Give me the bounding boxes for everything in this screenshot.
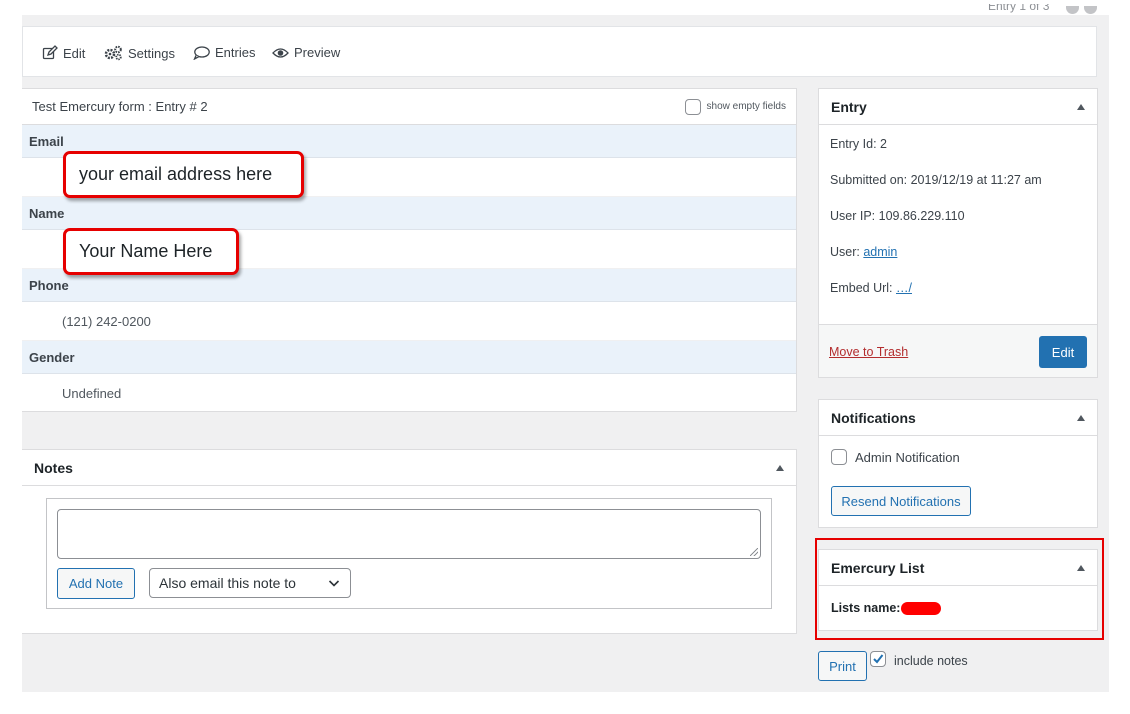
speech-bubble-icon (193, 45, 210, 60)
field-value-gender: Undefined (22, 374, 796, 413)
email-callout: your email address here (63, 151, 304, 198)
resend-notifications-button[interactable]: Resend Notifications (831, 486, 971, 516)
embed-url-row: Embed Url: …/ (830, 281, 912, 295)
submitted-on: Submitted on: 2019/12/19 at 11:27 am (830, 173, 1042, 187)
preview-link[interactable]: Preview (272, 45, 340, 60)
next-entry-icon[interactable] (1084, 6, 1097, 14)
include-notes-label: include notes (894, 654, 968, 668)
field-label-name: Name (22, 197, 796, 230)
add-note-button[interactable]: Add Note (57, 568, 135, 599)
notifications-box: Notifications Admin Notification Resend … (818, 399, 1098, 528)
email-note-select-value: Also email this note to (159, 575, 296, 591)
show-empty-fields-checkbox[interactable] (684, 98, 701, 115)
entries-link[interactable]: Entries (193, 45, 255, 60)
chevron-down-icon (328, 580, 340, 587)
user-link[interactable]: admin (863, 245, 897, 259)
notifications-header[interactable]: Notifications (819, 400, 1097, 436)
gears-icon (104, 45, 122, 61)
edit-label: Edit (63, 45, 86, 61)
user-ip: User IP: 109.86.229.110 (830, 209, 965, 223)
user-label: User: (830, 245, 864, 259)
name-callout: Your Name Here (63, 228, 239, 275)
entry-id: Entry Id: 2 (830, 137, 887, 151)
embed-url-link[interactable]: …/ (896, 281, 912, 295)
settings-link[interactable]: Settings (104, 45, 175, 61)
entry-details-header: Test Emercury form : Entry # 2 show empt… (22, 89, 796, 125)
include-notes-checkbox[interactable] (870, 651, 886, 667)
edit-entry-button[interactable]: Edit (1039, 336, 1087, 368)
entry-box-actions: Move to Trash Edit (819, 324, 1097, 377)
entry-box: Entry Entry Id: 2 Submitted on: 2019/12/… (818, 88, 1098, 378)
previous-entry-icon[interactable] (1066, 6, 1079, 14)
embed-url-label: Embed Url: (830, 281, 896, 295)
admin-notification-option[interactable]: Admin Notification (831, 449, 960, 465)
edit-icon (42, 45, 58, 60)
entries-label: Entries (215, 45, 256, 60)
admin-notification-label: Admin Notification (855, 449, 960, 465)
form-toolbar (22, 26, 1097, 77)
checkmark-icon (873, 654, 884, 664)
entry-title: Test Emercury form : Entry # 2 (32, 99, 208, 114)
field-label-gender: Gender (22, 341, 796, 374)
highlight-frame (815, 538, 1104, 640)
field-value-phone: (121) 242-0200 (22, 302, 796, 341)
resize-grip-icon[interactable] (750, 548, 758, 556)
collapse-arrow-icon[interactable] (776, 464, 784, 471)
user-row: User: admin (830, 245, 897, 259)
preview-label: Preview (294, 45, 341, 60)
email-note-select[interactable]: Also email this note to (149, 568, 351, 598)
settings-label: Settings (128, 45, 175, 61)
show-empty-fields-toggle[interactable]: show empty fields (684, 98, 786, 115)
entry-box-title: Entry (831, 98, 867, 115)
print-controls: Print include notes (818, 651, 968, 681)
entry-box-header[interactable]: Entry (819, 89, 1097, 125)
notes-panel: Notes Add Note Also email this note to (22, 449, 797, 634)
collapse-arrow-icon[interactable] (1077, 414, 1085, 421)
move-to-trash-link[interactable]: Move to Trash (829, 345, 908, 359)
entry-pagination: Entry 1 of 3 (988, 4, 1050, 13)
print-button[interactable]: Print (818, 651, 867, 681)
edit-form-link[interactable]: Edit (42, 45, 85, 61)
notes-header[interactable]: Notes (22, 450, 796, 486)
note-textarea[interactable] (57, 509, 761, 559)
notes-title: Notes (34, 459, 73, 476)
notifications-title: Notifications (831, 409, 916, 426)
eye-icon (272, 47, 289, 58)
collapse-arrow-icon[interactable] (1077, 103, 1085, 110)
notes-form: Add Note Also email this note to (46, 498, 772, 609)
admin-notification-checkbox[interactable] (831, 449, 847, 465)
show-empty-fields-label: show empty fields (706, 101, 786, 112)
